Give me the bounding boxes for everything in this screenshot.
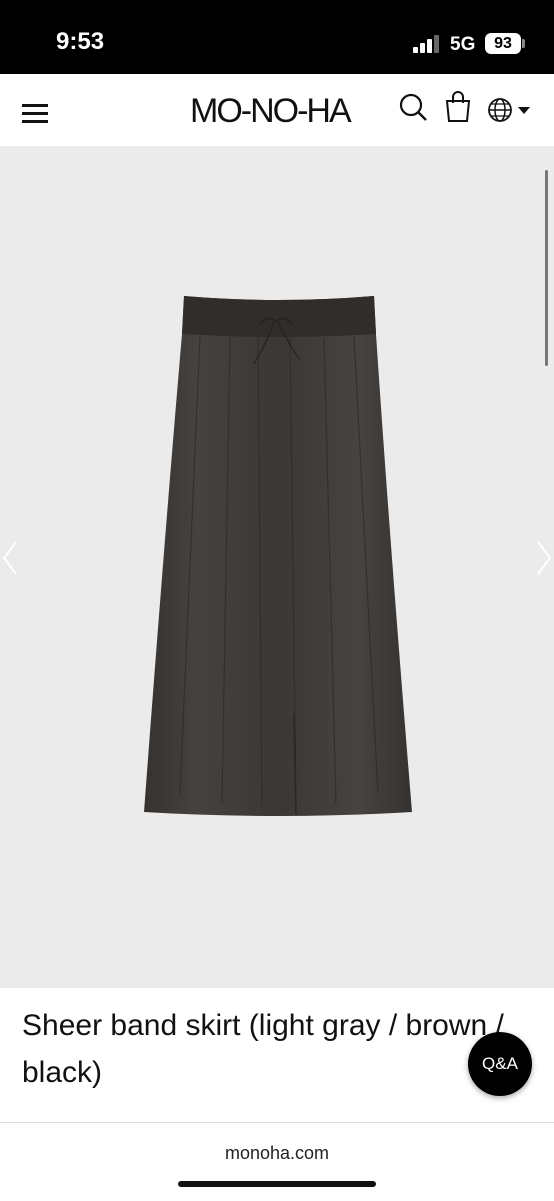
site-header: MO-NO-HA bbox=[0, 74, 554, 146]
battery-cap bbox=[522, 39, 525, 48]
chevron-right-icon[interactable] bbox=[536, 540, 552, 576]
qa-button[interactable]: Q&A bbox=[468, 1032, 532, 1096]
product-image bbox=[144, 296, 412, 816]
product-title: Sheer band skirt (light gray / brown / b… bbox=[22, 1009, 504, 1089]
signal-icon bbox=[413, 35, 443, 53]
url-text[interactable]: monoha.com bbox=[0, 1143, 554, 1164]
status-time: 9:53 bbox=[56, 28, 105, 55]
battery-level: 93 bbox=[494, 35, 512, 52]
scrollbar[interactable] bbox=[545, 170, 548, 366]
home-indicator[interactable] bbox=[178, 1181, 376, 1187]
status-bar: 9:53 5G 93 bbox=[0, 0, 554, 74]
search-icon[interactable] bbox=[398, 92, 428, 124]
chevron-left-icon[interactable] bbox=[2, 540, 18, 576]
globe-icon[interactable] bbox=[488, 96, 532, 124]
site-logo[interactable]: MO-NO-HA bbox=[190, 92, 352, 131]
battery-icon: 93 bbox=[485, 33, 521, 54]
shopping-bag-icon[interactable] bbox=[444, 90, 472, 124]
menu-icon[interactable] bbox=[22, 102, 50, 123]
network-type: 5G bbox=[450, 34, 476, 55]
browser-url-bar[interactable]: monoha.com bbox=[0, 1122, 554, 1201]
